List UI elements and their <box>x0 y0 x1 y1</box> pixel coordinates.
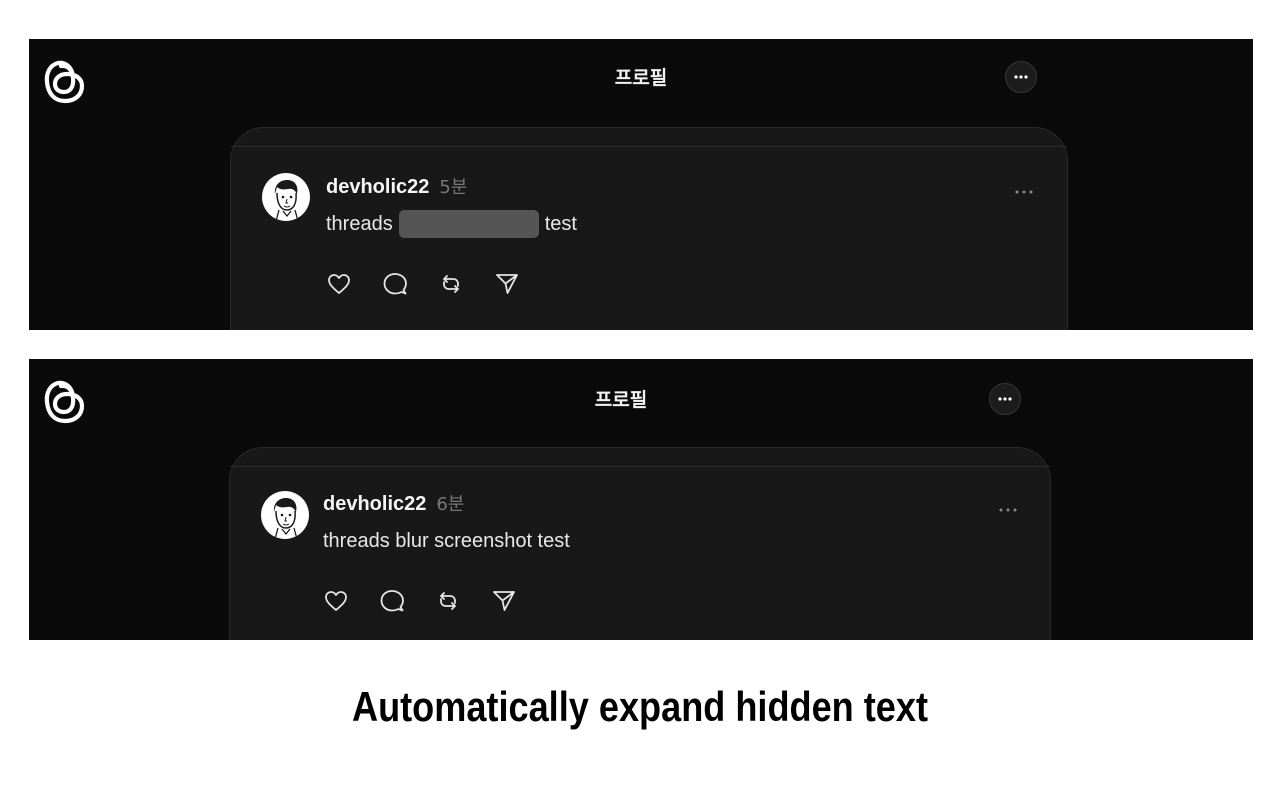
like-button[interactable] <box>323 588 349 614</box>
post-time[interactable]: 6분 <box>436 490 464 516</box>
header-more-button[interactable] <box>1005 61 1037 93</box>
more-icon <box>1014 75 1028 79</box>
more-icon <box>999 508 1017 512</box>
post-text-end: test <box>544 212 577 235</box>
post-text-start: threads <box>326 212 393 235</box>
hidden-text-block[interactable] <box>398 210 539 238</box>
share-button[interactable] <box>491 588 517 614</box>
page-title: 프로필 <box>614 67 668 89</box>
post-more-button[interactable] <box>1014 182 1034 194</box>
post-card: devholic22 6분 threads blur screenshot te… <box>229 447 1051 640</box>
card-divider <box>231 146 1067 147</box>
post-header: devholic22 6분 <box>323 490 464 516</box>
screenshot-before: 프로필 devholic22 5분 threads test <box>29 39 1253 330</box>
post-time[interactable]: 5분 <box>439 173 467 199</box>
post-more-button[interactable] <box>998 500 1018 512</box>
feature-caption: Automatically expand hidden text <box>351 683 929 730</box>
share-icon <box>496 274 518 294</box>
more-icon <box>998 397 1012 401</box>
share-button[interactable] <box>494 271 520 297</box>
repost-icon <box>440 592 456 610</box>
username[interactable]: devholic22 <box>323 493 426 516</box>
page-title: 프로필 <box>594 389 648 411</box>
card-divider <box>230 466 1050 467</box>
comment-button[interactable] <box>379 588 405 614</box>
repost-icon <box>443 275 459 293</box>
avatar[interactable] <box>262 173 310 221</box>
post-text: threads blur screenshot test <box>323 530 570 552</box>
post-actions <box>326 271 520 297</box>
heart-icon <box>328 274 350 294</box>
comment-button[interactable] <box>382 271 408 297</box>
like-button[interactable] <box>326 271 352 297</box>
post-header: devholic22 5분 <box>326 173 467 199</box>
repost-button[interactable] <box>438 271 464 297</box>
share-icon <box>493 591 515 611</box>
post-actions <box>323 588 517 614</box>
post-card: devholic22 5분 threads test <box>230 127 1068 330</box>
header-more-button[interactable] <box>989 383 1021 415</box>
comment-icon <box>380 590 404 612</box>
repost-button[interactable] <box>435 588 461 614</box>
heart-icon <box>325 591 347 611</box>
avatar[interactable] <box>261 491 309 539</box>
more-icon <box>1015 190 1033 194</box>
username[interactable]: devholic22 <box>326 176 429 199</box>
post-text: threads test <box>326 210 577 238</box>
comment-icon <box>383 273 407 295</box>
screenshot-after: 프로필 devholic22 6분 threads blur screensho… <box>29 359 1253 640</box>
